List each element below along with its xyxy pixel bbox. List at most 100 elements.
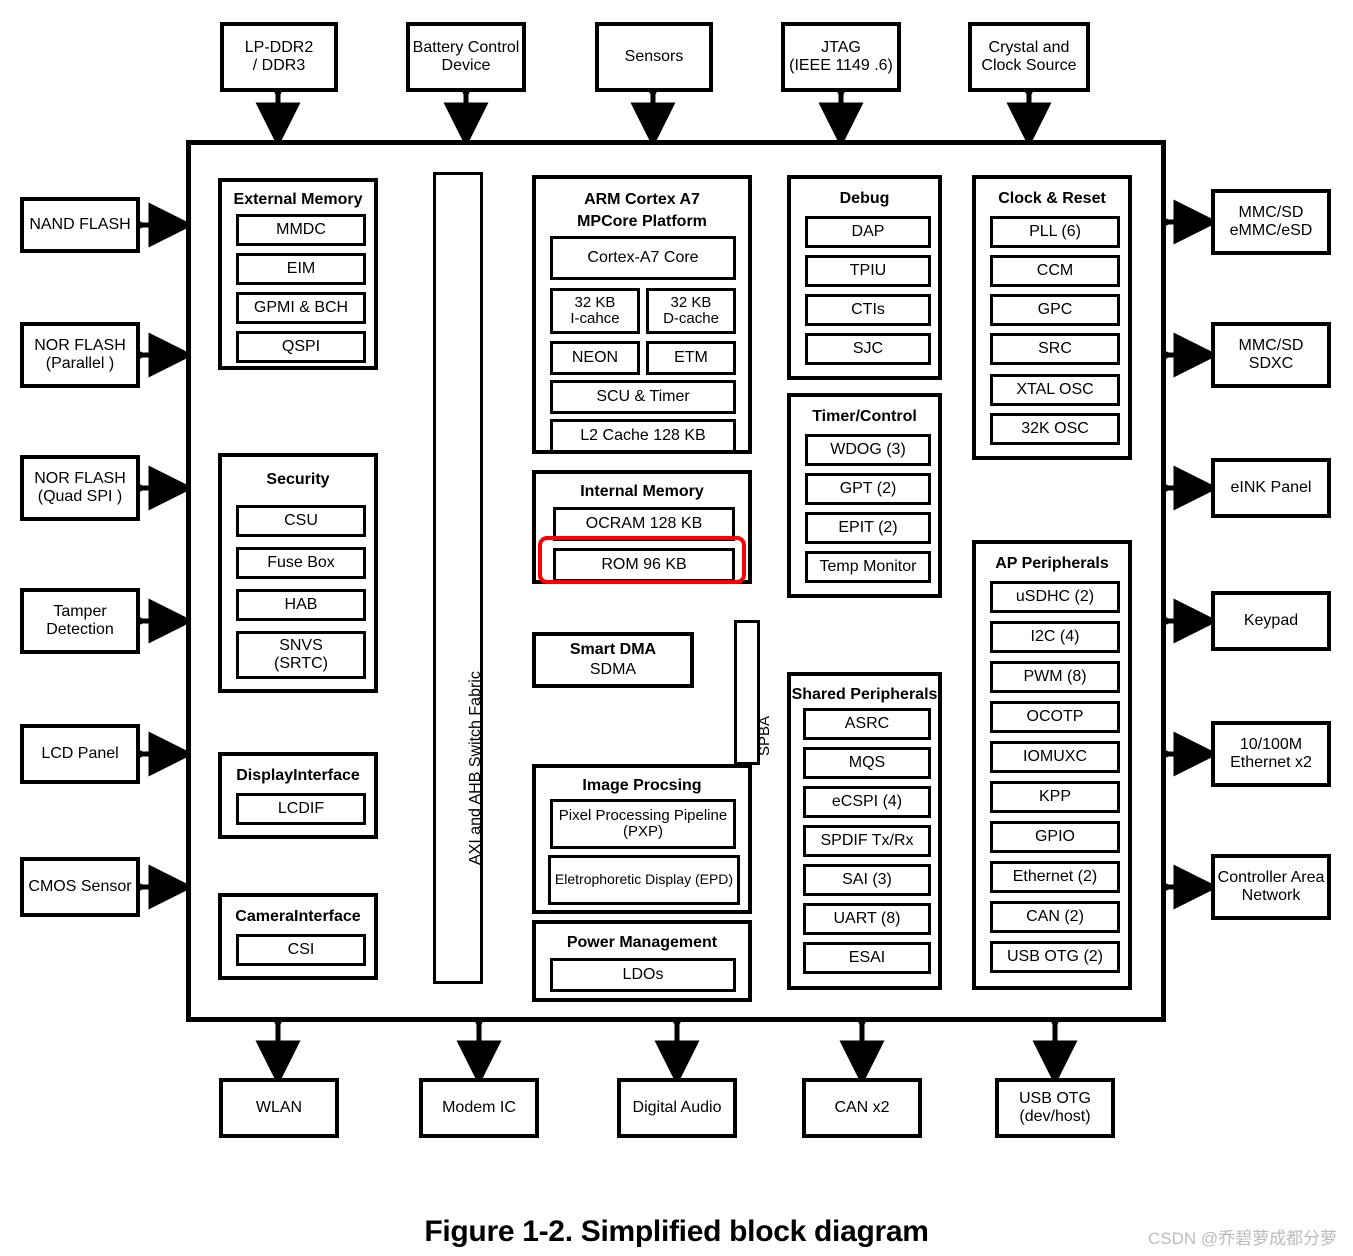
block-sjc[interactable]: SJC [805, 333, 931, 365]
peripheral-nor-flash-quad-spi[interactable]: NOR FLASH (Quad SPI ) [20, 455, 140, 521]
group-image-processing: Image Procsing Pixel Processing Pipeline… [532, 764, 752, 914]
block-ccm[interactable]: CCM [990, 255, 1120, 287]
group-clock-reset-title: Clock & Reset [998, 190, 1106, 207]
block-xtal-osc[interactable]: XTAL OSC [990, 374, 1120, 406]
group-security-title: Security [266, 471, 330, 488]
csdn-watermark: CSDN @乔碧萝成都分萝 [1148, 1229, 1338, 1248]
block-cortex-a7-core[interactable]: Cortex-A7 Core [550, 236, 736, 280]
block-ecspi[interactable]: eCSPI (4) [803, 786, 931, 818]
block-epd[interactable]: Eletrophoretic Display (EPD) [548, 855, 740, 905]
peripheral-can-x2[interactable]: CAN x2 [802, 1078, 922, 1138]
group-power-management-title: Power Management [566, 934, 718, 951]
group-external-memory: External Memory MMDC EIM GPMI & BCH QSPI [218, 178, 378, 370]
peripheral-ethernet[interactable]: 10/100M Ethernet x2 [1211, 721, 1331, 787]
block-gpt[interactable]: GPT (2) [805, 473, 931, 505]
block-lcdif[interactable]: LCDIF [236, 793, 366, 825]
block-can[interactable]: CAN (2) [990, 901, 1120, 933]
block-pll[interactable]: PLL (6) [990, 216, 1120, 248]
block-pxp[interactable]: Pixel Processing Pipeline (PXP) [550, 799, 736, 849]
axi-ahb-switch-fabric-label: AXI and AHB Switch Fabric [467, 671, 484, 865]
block-dap[interactable]: DAP [805, 216, 931, 248]
block-neon[interactable]: NEON [550, 341, 640, 375]
block-temp-monitor[interactable]: Temp Monitor [805, 551, 931, 583]
peripheral-tamper-detection[interactable]: Tamper Detection [20, 588, 140, 654]
block-epit[interactable]: EPIT (2) [805, 512, 931, 544]
block-usdhc[interactable]: uSDHC (2) [990, 581, 1120, 613]
peripheral-modem-ic[interactable]: Modem IC [419, 1078, 539, 1138]
block-iomuxc[interactable]: IOMUXC [990, 741, 1120, 773]
block-uart[interactable]: UART (8) [803, 903, 931, 935]
peripheral-keypad[interactable]: Keypad [1211, 591, 1331, 651]
block-dcache[interactable]: 32 KB D-cache [646, 288, 736, 334]
group-camera-interface: CameraInterface CSI [218, 893, 378, 980]
peripheral-cmos-sensor[interactable]: CMOS Sensor [20, 857, 140, 917]
block-rom[interactable]: ROM 96 KB [553, 548, 735, 582]
block-hab[interactable]: HAB [236, 589, 366, 621]
block-scu-timer[interactable]: SCU & Timer [550, 380, 736, 414]
block-esai[interactable]: ESAI [803, 942, 931, 974]
block-icache[interactable]: 32 KB I-cahce [550, 288, 640, 334]
group-debug: Debug DAP TPIU CTIs SJC [787, 175, 942, 380]
group-camera-interface-title: CameraInterface [235, 908, 361, 925]
block-mqs[interactable]: MQS [803, 747, 931, 779]
group-external-memory-title: External Memory [233, 191, 363, 208]
group-display-interface-title: DisplayInterface [236, 767, 360, 784]
block-gpmi-bch[interactable]: GPMI & BCH [236, 292, 366, 324]
block-gpio[interactable]: GPIO [990, 821, 1120, 853]
block-ocram[interactable]: OCRAM 128 KB [553, 507, 735, 541]
peripheral-controller-area-network[interactable]: Controller Area Network [1211, 854, 1331, 920]
block-ctis[interactable]: CTIs [805, 294, 931, 326]
block-32k-osc[interactable]: 32K OSC [990, 413, 1120, 445]
block-snvs-srtc[interactable]: SNVS (SRTC) [236, 631, 366, 679]
block-mmdc[interactable]: MMDC [236, 214, 366, 246]
block-csu[interactable]: CSU [236, 505, 366, 537]
block-usb-otg[interactable]: USB OTG (2) [990, 941, 1120, 973]
block-tpiu[interactable]: TPIU [805, 255, 931, 287]
peripheral-eink-panel[interactable]: eINK Panel [1211, 458, 1331, 518]
block-ethernet[interactable]: Ethernet (2) [990, 861, 1120, 893]
block-csi[interactable]: CSI [236, 934, 366, 966]
peripheral-digital-audio[interactable]: Digital Audio [617, 1078, 737, 1138]
smart-dma-title: Smart DMA [569, 641, 657, 658]
block-etm[interactable]: ETM [646, 341, 736, 375]
group-clock-reset: Clock & Reset PLL (6) CCM GPC SRC XTAL O… [972, 175, 1132, 460]
peripheral-lp-ddr2-ddr3[interactable]: LP-DDR2 / DDR3 [220, 22, 338, 92]
peripheral-crystal-clock-source[interactable]: Crystal and Clock Source [968, 22, 1090, 92]
block-asrc[interactable]: ASRC [803, 708, 931, 740]
block-fuse-box[interactable]: Fuse Box [236, 547, 366, 579]
block-ocotp[interactable]: OCOTP [990, 701, 1120, 733]
group-ap-peripherals-title: AP Peripherals [995, 555, 1109, 572]
block-l2-cache[interactable]: L2 Cache 128 KB [550, 419, 736, 453]
block-i2c[interactable]: I2C (4) [990, 621, 1120, 653]
peripheral-nand-flash[interactable]: NAND FLASH [20, 197, 140, 253]
peripheral-jtag[interactable]: JTAG (IEEE 1149 .6) [781, 22, 901, 92]
group-display-interface: DisplayInterface LCDIF [218, 752, 378, 839]
group-arm-cortex-a7-title: ARM Cortex A7 MPCore Platform [577, 191, 707, 230]
block-pwm[interactable]: PWM (8) [990, 661, 1120, 693]
group-internal-memory-title: Internal Memory [580, 483, 704, 500]
block-wdog[interactable]: WDOG (3) [805, 434, 931, 466]
block-ldos[interactable]: LDOs [550, 958, 736, 992]
peripheral-nor-flash-parallel[interactable]: NOR FLASH (Parallel ) [20, 322, 140, 388]
block-eim[interactable]: EIM [236, 253, 366, 285]
block-gpc[interactable]: GPC [990, 294, 1120, 326]
block-diagram-figure: LP-DDR2 / DDR3 Battery Control Device Se… [0, 0, 1353, 1256]
block-spdif[interactable]: SPDIF Tx/Rx [803, 825, 931, 857]
group-security: Security CSU Fuse Box HAB SNVS (SRTC) [218, 453, 378, 693]
peripheral-sensors[interactable]: Sensors [595, 22, 713, 92]
peripheral-mmc-sd-sdxc[interactable]: MMC/SD SDXC [1211, 322, 1331, 388]
spba-label: SPBA [756, 715, 773, 756]
block-sai[interactable]: SAI (3) [803, 864, 931, 896]
group-timer-control: Timer/Control WDOG (3) GPT (2) EPIT (2) … [787, 393, 942, 598]
block-src[interactable]: SRC [990, 333, 1120, 365]
block-qspi[interactable]: QSPI [236, 331, 366, 363]
group-timer-control-title: Timer/Control [812, 408, 917, 425]
block-kpp[interactable]: KPP [990, 781, 1120, 813]
peripheral-usb-otg[interactable]: USB OTG (dev/host) [995, 1078, 1115, 1138]
peripheral-battery-control-device[interactable]: Battery Control Device [406, 22, 526, 92]
smart-dma-subtitle: SDMA [589, 661, 637, 678]
peripheral-mmc-sd-emmc-esd[interactable]: MMC/SD eMMC/eSD [1211, 189, 1331, 255]
peripheral-lcd-panel[interactable]: LCD Panel [20, 724, 140, 784]
peripheral-wlan[interactable]: WLAN [219, 1078, 339, 1138]
axi-ahb-switch-fabric: AXI and AHB Switch Fabric [433, 172, 484, 984]
